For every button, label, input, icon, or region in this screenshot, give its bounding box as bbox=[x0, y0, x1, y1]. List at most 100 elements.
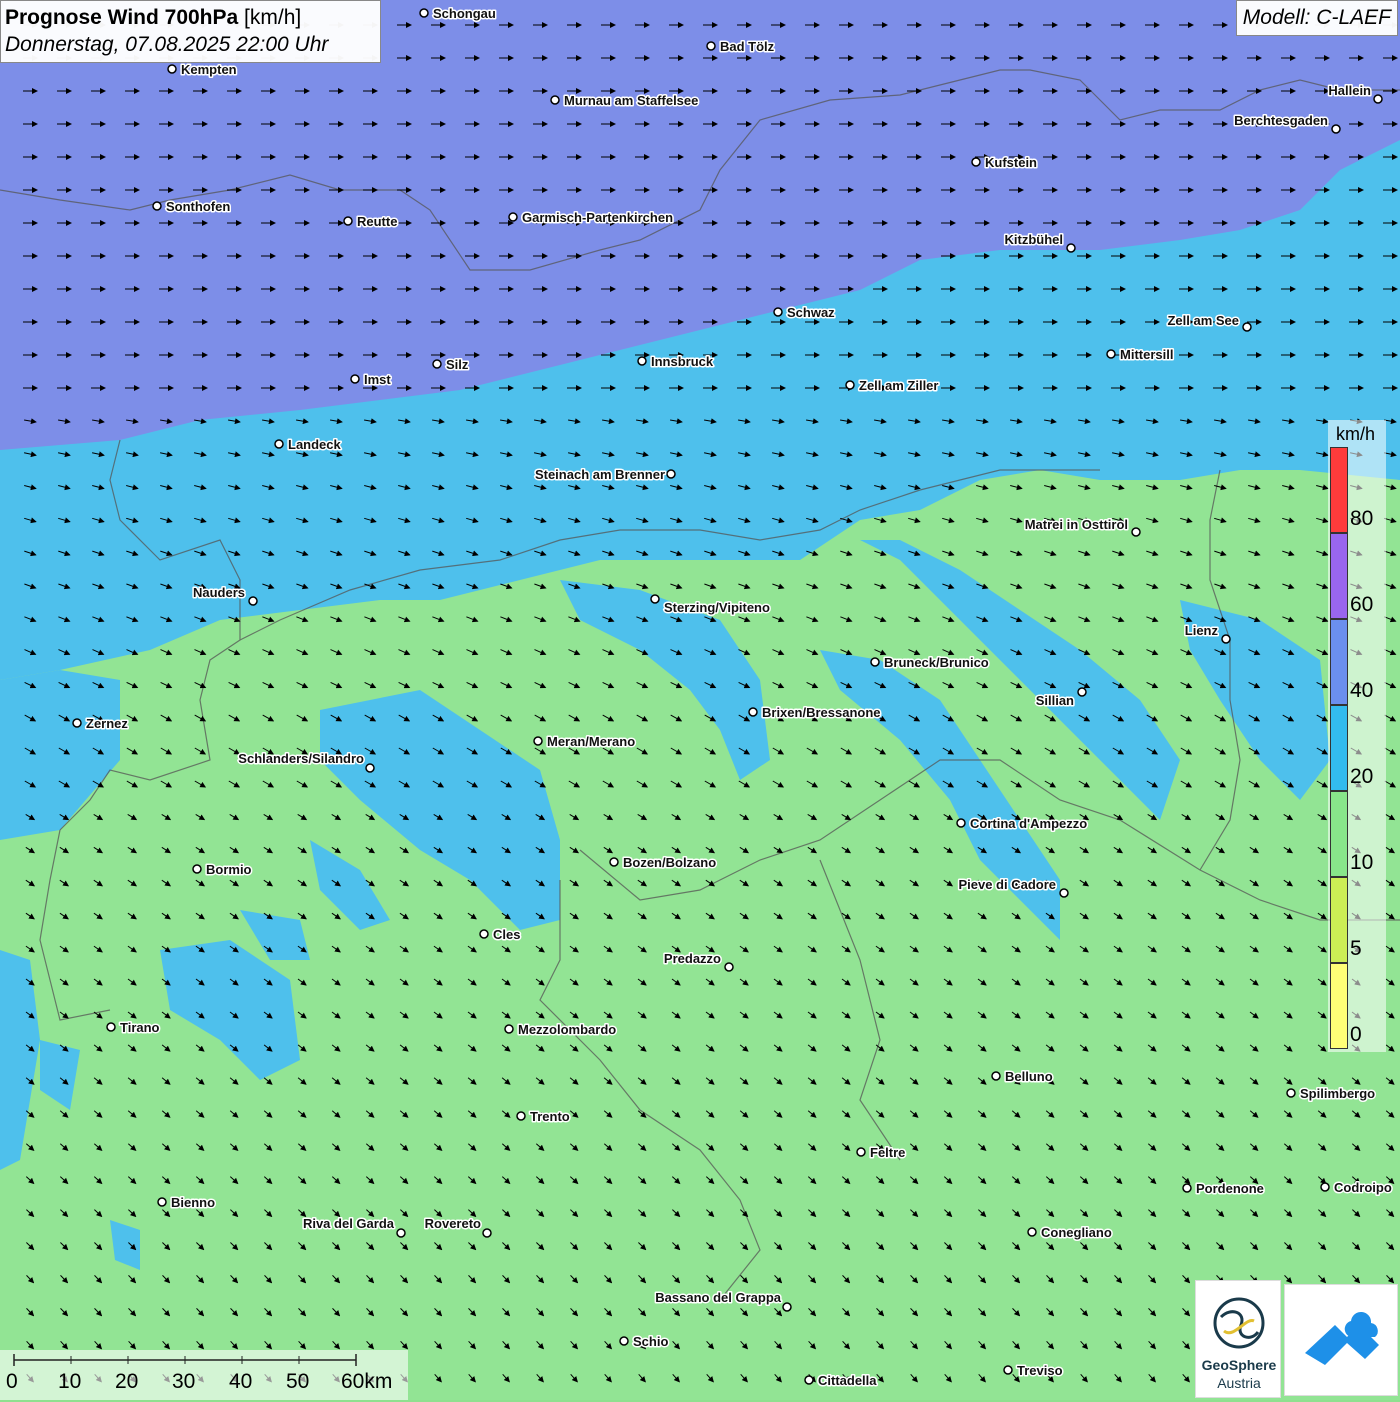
city-label: Silz bbox=[446, 357, 469, 372]
legend-label: 80 bbox=[1350, 507, 1374, 530]
city-label: Cittadella bbox=[818, 1373, 877, 1388]
city-label: Feltre bbox=[870, 1145, 905, 1160]
city-label: Belluno bbox=[1005, 1069, 1053, 1084]
city-label: Reutte bbox=[357, 214, 397, 229]
city-dot-icon bbox=[1286, 1088, 1296, 1098]
city-label: Sillian bbox=[1036, 693, 1074, 708]
city-label: Conegliano bbox=[1041, 1225, 1112, 1240]
city-label: Kufstein bbox=[985, 155, 1037, 170]
city-dot-icon bbox=[1027, 1227, 1037, 1237]
city-marker: Murnau am Staffelsee bbox=[550, 92, 700, 110]
city-dot-icon bbox=[72, 718, 82, 728]
city-marker: Steinach am Brenner bbox=[533, 466, 676, 484]
legend-color-bin bbox=[1330, 619, 1348, 705]
city-dot-icon bbox=[550, 95, 560, 105]
city-dot-icon bbox=[1221, 634, 1231, 644]
city-label: Kempten bbox=[181, 62, 237, 77]
scale-tick-label: 60km bbox=[341, 1370, 393, 1393]
city-dot-icon bbox=[804, 1375, 814, 1385]
geosphere-swirl-icon bbox=[1213, 1297, 1265, 1349]
city-label: Codroipo bbox=[1334, 1180, 1392, 1195]
city-marker: Pordenone bbox=[1182, 1180, 1265, 1198]
city-marker: Conegliano bbox=[1027, 1224, 1113, 1242]
city-dot-icon bbox=[1331, 124, 1341, 134]
city-dot-icon bbox=[167, 64, 177, 74]
city-label: Bienno bbox=[171, 1195, 215, 1210]
city-label: Bormio bbox=[206, 862, 252, 877]
city-dot-icon bbox=[706, 41, 716, 51]
legend-label: 40 bbox=[1350, 679, 1374, 702]
city-dot-icon bbox=[1003, 1365, 1013, 1375]
map-subtitle: Donnerstag, 07.08.2025 22:00 Uhr bbox=[5, 33, 329, 56]
city-dot-icon bbox=[1106, 349, 1116, 359]
city-label: Meran/Merano bbox=[547, 734, 635, 749]
city-label: Bad Tölz bbox=[720, 39, 775, 54]
city-dot-icon bbox=[773, 307, 783, 317]
app-logo[interactable] bbox=[1284, 1284, 1398, 1396]
city-label: Bassano del Grappa bbox=[655, 1290, 781, 1305]
city-label: Kitzbühel bbox=[1005, 232, 1064, 247]
city-label: Tirano bbox=[120, 1020, 160, 1035]
city-label: Zell am Ziller bbox=[859, 378, 938, 393]
city-label: Schwaz bbox=[787, 305, 835, 320]
city-label: Sonthofen bbox=[166, 199, 230, 214]
city-dot-icon bbox=[365, 763, 375, 773]
city-marker: Meran/Merano bbox=[533, 733, 637, 751]
city-dot-icon bbox=[845, 380, 855, 390]
city-marker: Mezzolombardo bbox=[504, 1021, 618, 1039]
city-marker: Bozen/Bolzano bbox=[609, 854, 718, 872]
map-title-main: Prognose Wind 700hPa bbox=[5, 6, 239, 29]
city-dot-icon bbox=[482, 1228, 492, 1238]
city-label: Riva del Garda bbox=[303, 1216, 395, 1231]
legend-color-bin bbox=[1330, 447, 1348, 533]
city-label: Berchtesgaden bbox=[1234, 113, 1328, 128]
scale-tick-label: 30 bbox=[172, 1370, 196, 1393]
legend-color-bin bbox=[1330, 963, 1348, 1049]
geosphere-logo[interactable]: GeoSphere Austria bbox=[1195, 1280, 1281, 1398]
legend-unit: km/h bbox=[1336, 424, 1376, 444]
legend-color-bin bbox=[1330, 533, 1348, 619]
city-dot-icon bbox=[152, 201, 162, 211]
scale-tick-label: 10 bbox=[58, 1370, 82, 1393]
city-label: Spilimbergo bbox=[1300, 1086, 1375, 1101]
city-dot-icon bbox=[748, 707, 758, 717]
scale-tick-label: 0 bbox=[6, 1370, 18, 1393]
city-dot-icon bbox=[1320, 1182, 1330, 1192]
city-marker: Cortina d'Ampezzo bbox=[956, 815, 1089, 833]
city-dot-icon bbox=[274, 439, 284, 449]
city-label: Murnau am Staffelsee bbox=[564, 93, 698, 108]
city-label: Lienz bbox=[1185, 623, 1219, 638]
city-dot-icon bbox=[343, 216, 353, 226]
city-dot-icon bbox=[724, 962, 734, 972]
city-dot-icon bbox=[248, 596, 258, 606]
city-dot-icon bbox=[856, 1147, 866, 1157]
city-label: Schio bbox=[633, 1334, 668, 1349]
city-dot-icon bbox=[1373, 94, 1383, 104]
city-label: Pordenone bbox=[1196, 1181, 1264, 1196]
city-label: Bruneck/Brunico bbox=[884, 655, 989, 670]
city-dot-icon bbox=[609, 857, 619, 867]
scale-tick-label: 40 bbox=[229, 1370, 253, 1393]
city-dot-icon bbox=[504, 1024, 514, 1034]
city-label: Hallein bbox=[1328, 83, 1371, 98]
mountain-cloud-icon bbox=[1305, 1311, 1379, 1365]
city-marker: Spilimbergo bbox=[1286, 1085, 1377, 1103]
city-label: Mezzolombardo bbox=[518, 1022, 616, 1037]
city-dot-icon bbox=[396, 1228, 406, 1238]
city-dot-icon bbox=[1059, 888, 1069, 898]
city-marker: Bruneck/Brunico bbox=[870, 654, 990, 672]
legend-color-bin bbox=[1330, 705, 1348, 791]
city-dot-icon bbox=[350, 374, 360, 384]
city-dot-icon bbox=[479, 929, 489, 939]
city-label: Treviso bbox=[1017, 1363, 1063, 1378]
legend-label: 60 bbox=[1350, 593, 1374, 616]
legend-label: 0 bbox=[1350, 1023, 1362, 1046]
city-dot-icon bbox=[666, 469, 676, 479]
map-title: Prognose Wind 700hPa [km/h] bbox=[5, 4, 376, 31]
wind-map: Schongau Bad Tölz Kempten Murnau am Staffel… bbox=[0, 0, 1400, 1400]
city-dot-icon bbox=[106, 1022, 116, 1032]
legend-color-bin bbox=[1330, 877, 1348, 963]
geosphere-logo-line1: GeoSphere bbox=[1201, 1357, 1277, 1373]
city-dot-icon bbox=[192, 864, 202, 874]
city-label: Matrei in Osttirol bbox=[1025, 517, 1128, 532]
